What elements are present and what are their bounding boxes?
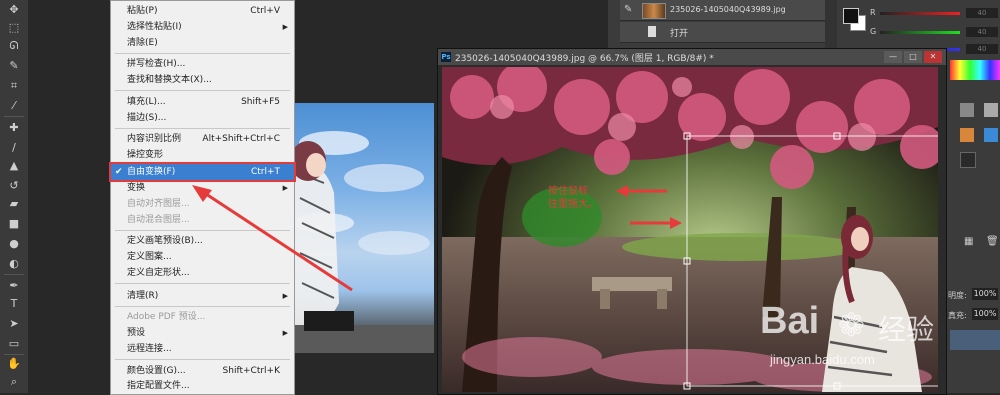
watermark-url: jingyan.baidu.com [770,352,875,367]
baidu-watermark: Bai ❁ 经验 jingyan.baidu.com [760,300,960,380]
watermark-brand: Bai [760,300,820,342]
paw-icon: ❁ [838,306,865,344]
menu-annotation-arrow [202,190,353,292]
watermark-brand-cn: 经验 [878,313,935,346]
menu-annotation-arrowhead [192,185,212,202]
